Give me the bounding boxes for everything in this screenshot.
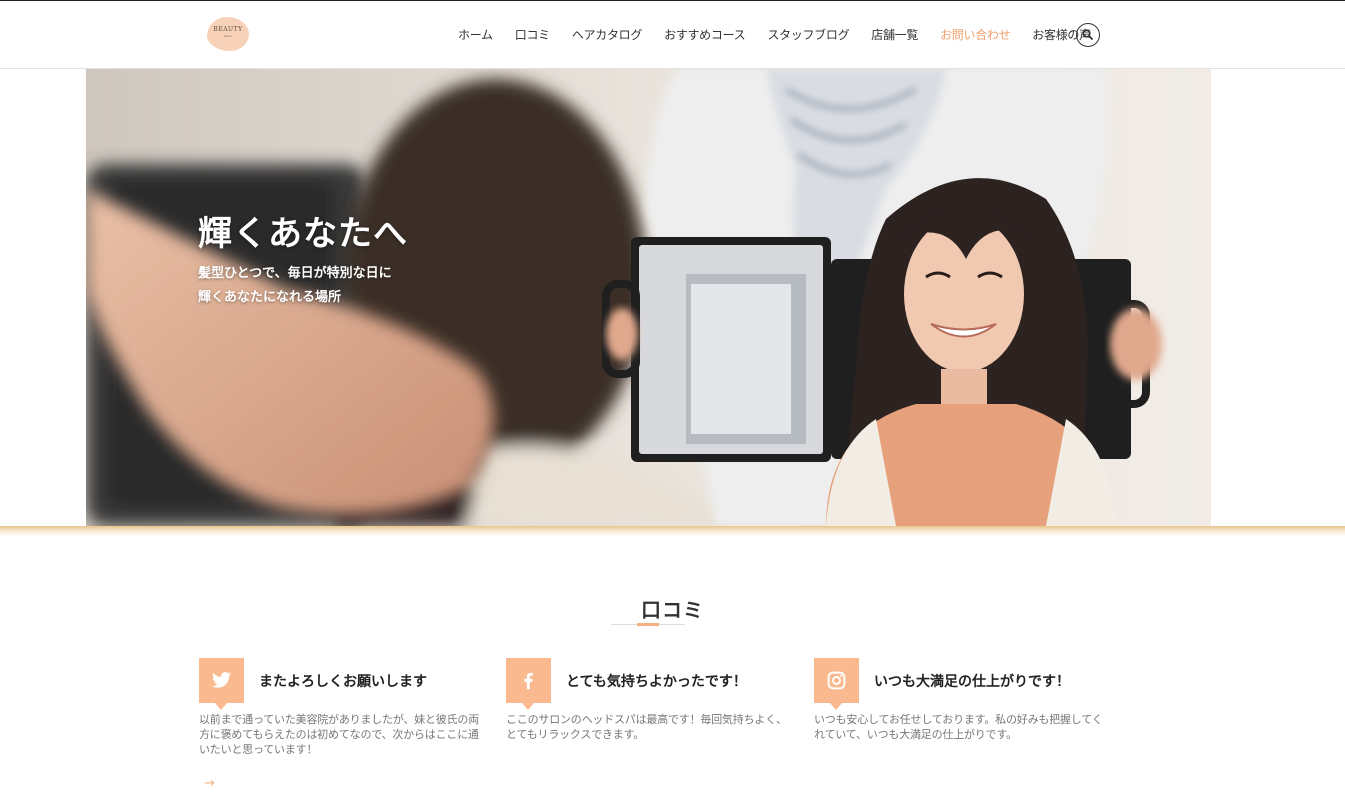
hero-title: 輝くあなたへ (198, 214, 408, 254)
nav-item-reviews[interactable]: 口コミ (515, 26, 550, 44)
main-nav: ホーム 口コミ ヘアカタログ おすすめコース スタッフブログ 店舗一覧 お問い合… (458, 26, 1113, 44)
logo-text: BEAUTY (213, 26, 243, 33)
search-button[interactable] (1076, 23, 1100, 47)
nav-item-hair-catalog[interactable]: ヘアカタログ (572, 26, 643, 44)
review-icon-box[interactable] (506, 658, 551, 710)
review-title: またよろしくお願いします (259, 674, 427, 690)
search-icon (1082, 29, 1093, 40)
twitter-icon (211, 672, 232, 688)
hero-banner: 輝くあなたへ 髪型ひとつで、毎日が特別な日に 輝くあなたになれる場所 (86, 69, 1211, 526)
hero-subtitle-line-2: 輝くあなたになれる場所 (198, 290, 342, 305)
reviews-section-title: 口コミ (641, 598, 704, 622)
review-body: 以前まで通っていた美容院がありましたが、妹と彼氏の両方に褒めてもらえたのは初めて… (199, 713, 480, 756)
review-body: いつも安心してお任せしております。私の好みも把握してくれていて、いつも大満足の仕… (814, 713, 1103, 741)
review-body: ここのサロンのヘッドスパは最高です！毎回気持ちよく、とてもリラックスできます。 (506, 713, 787, 741)
hero-subtitle-line-1: 髪型ひとつで、毎日が特別な日に (198, 266, 392, 281)
facebook-icon (524, 672, 533, 690)
nav-item-recommended-courses[interactable]: おすすめコース (664, 26, 746, 44)
nav-item-store-list[interactable]: 店舗一覧 (871, 26, 918, 44)
review-icon-box[interactable] (814, 658, 859, 710)
hero-subtitle: 髪型ひとつで、毎日が特別な日に 輝くあなたになれる場所 (198, 262, 392, 310)
site-header: BEAUTY salon ホーム 口コミ ヘアカタログ おすすめコース スタッフ… (0, 0, 1345, 69)
instagram-icon (827, 671, 846, 690)
review-icon-box[interactable] (199, 658, 244, 710)
hero-gold-divider (0, 526, 1345, 536)
review-title: いつも大満足の仕上がりです！ (874, 674, 1070, 690)
review-title: とても気持ちよかったです！ (566, 674, 747, 690)
site-logo[interactable]: BEAUTY salon (207, 15, 249, 53)
nav-item-staff-blog[interactable]: スタッフブログ (767, 26, 849, 44)
nav-item-contact[interactable]: お問い合わせ (940, 26, 1011, 44)
read-more-arrow[interactable]: → (204, 776, 215, 791)
logo-subtext: salon (224, 34, 232, 38)
nav-item-home[interactable]: ホーム (458, 26, 493, 44)
section-title-accent (637, 623, 659, 626)
